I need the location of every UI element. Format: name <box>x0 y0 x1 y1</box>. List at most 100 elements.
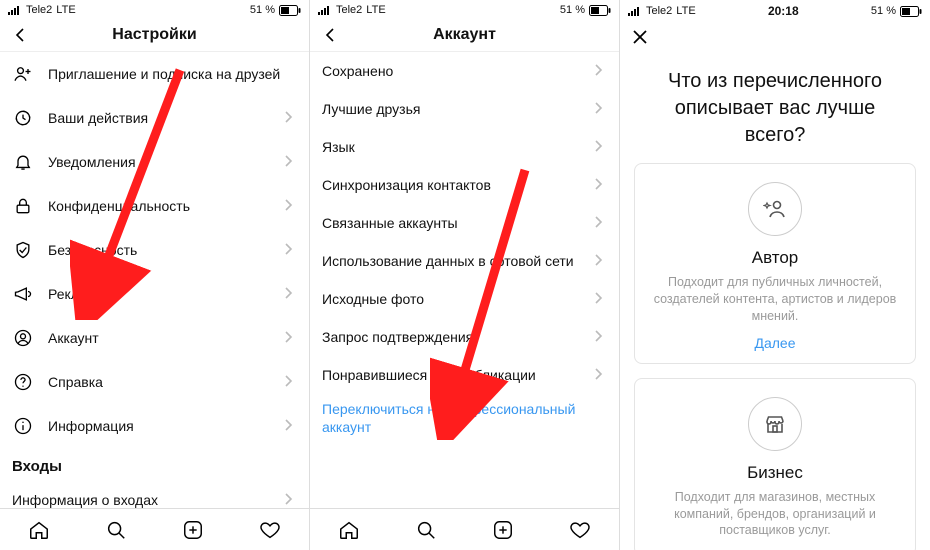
tab-add[interactable] <box>180 517 206 543</box>
row-label: Аккаунт <box>48 330 283 346</box>
chevron-right-icon <box>283 198 297 214</box>
card-description: Подходит для публичных личностей, создат… <box>649 274 901 325</box>
carrier-label: Tele2 <box>26 4 52 16</box>
heart-icon <box>569 519 591 541</box>
row-label: Понравившиеся вам публикации <box>322 367 593 383</box>
question-icon <box>12 371 34 393</box>
row-label: Реклама <box>48 286 283 302</box>
tab-bar <box>0 508 309 550</box>
battery-percent: 51 % <box>250 4 275 16</box>
row-label: Запрос подтверждения <box>322 329 593 345</box>
account-item-contacts-sync[interactable]: Синхронизация контактов <box>310 166 619 204</box>
row-label: Приглашение и подписка на друзей <box>48 66 297 82</box>
navbar: Настройки <box>0 18 309 52</box>
page-title: Настройки <box>112 26 196 44</box>
settings-item-notifications[interactable]: Уведомления <box>0 140 309 184</box>
chevron-right-icon <box>593 139 607 155</box>
search-icon <box>415 519 437 541</box>
network-label: LTE <box>676 5 695 17</box>
tab-bar <box>310 508 619 550</box>
account-item-saved[interactable]: Сохранено <box>310 52 619 90</box>
row-label: Синхронизация контактов <box>322 177 593 193</box>
chevron-right-icon <box>593 291 607 307</box>
tab-home[interactable] <box>26 517 52 543</box>
megaphone-icon <box>12 283 34 305</box>
card-description: Подходит для магазинов, местных компаний… <box>649 489 901 540</box>
settings-item-help[interactable]: Справка <box>0 360 309 404</box>
settings-screen: Tele2 LTE 51 % Настройки Приглашение и п… <box>0 0 310 550</box>
shield-icon <box>12 239 34 261</box>
card-creator[interactable]: Автор Подходит для публичных личностей, … <box>634 163 916 364</box>
settings-item-ads[interactable]: Реклама <box>0 272 309 316</box>
chevron-right-icon <box>593 63 607 79</box>
signal-icon <box>628 6 642 16</box>
chevron-right-icon <box>593 177 607 193</box>
tab-activity[interactable] <box>567 517 593 543</box>
row-label: Связанные аккаунты <box>322 215 593 231</box>
account-list: Сохранено Лучшие друзья Язык Синхронизац… <box>310 52 619 442</box>
back-button[interactable] <box>8 23 32 47</box>
card-next-button[interactable]: Далее <box>649 335 901 351</box>
settings-item-security[interactable]: Безопасность <box>0 228 309 272</box>
info-icon <box>12 415 34 437</box>
settings-list: Приглашение и подписка на друзей Ваши де… <box>0 52 309 550</box>
account-item-liked-posts[interactable]: Понравившиеся вам публикации <box>310 356 619 394</box>
chevron-right-icon <box>593 367 607 383</box>
settings-item-account[interactable]: Аккаунт <box>0 316 309 360</box>
row-label: Ваши действия <box>48 110 283 126</box>
tab-search[interactable] <box>103 517 129 543</box>
card-business[interactable]: Бизнес Подходит для магазинов, местных к… <box>634 378 916 550</box>
tab-add[interactable] <box>490 517 516 543</box>
row-label: Язык <box>322 139 593 155</box>
logins-header: Входы <box>0 448 309 481</box>
settings-item-privacy[interactable]: Конфиденциальность <box>0 184 309 228</box>
row-label: Переключиться на профессиональный аккаун… <box>322 400 607 436</box>
card-title: Автор <box>649 248 901 268</box>
chevron-left-icon <box>322 27 338 43</box>
search-icon <box>105 519 127 541</box>
chevron-right-icon <box>593 253 607 269</box>
chevron-right-icon <box>593 329 607 345</box>
network-label: LTE <box>366 4 385 16</box>
account-item-original-photos[interactable]: Исходные фото <box>310 280 619 318</box>
switch-to-professional-link[interactable]: Переключиться на профессиональный аккаун… <box>310 394 619 442</box>
home-icon <box>28 519 50 541</box>
settings-item-invite[interactable]: Приглашение и подписка на друзей <box>0 52 309 96</box>
status-bar: Tele2 LTE 51 % <box>310 0 619 18</box>
row-label: Справка <box>48 374 283 390</box>
signal-icon <box>8 5 22 15</box>
tab-search[interactable] <box>413 517 439 543</box>
lock-icon <box>12 195 34 217</box>
carrier-label: Tele2 <box>336 4 362 16</box>
tab-activity[interactable] <box>257 517 283 543</box>
status-bar: Tele2 LTE 51 % <box>0 0 309 18</box>
back-button[interactable] <box>318 23 342 47</box>
account-item-linked-accounts[interactable]: Связанные аккаунты <box>310 204 619 242</box>
row-label: Сохранено <box>322 63 593 79</box>
chevron-right-icon <box>283 492 297 508</box>
chevron-right-icon <box>593 215 607 231</box>
choose-question: Что из перечисленного описывает вас лучш… <box>634 62 916 163</box>
row-label: Конфиденциальность <box>48 198 283 214</box>
close-button[interactable] <box>628 25 652 49</box>
battery-icon <box>279 5 301 16</box>
account-item-close-friends[interactable]: Лучшие друзья <box>310 90 619 128</box>
chevron-left-icon <box>12 27 28 43</box>
chevron-right-icon <box>283 242 297 258</box>
user-plus-icon <box>12 63 34 85</box>
settings-item-activity[interactable]: Ваши действия <box>0 96 309 140</box>
navbar <box>620 20 930 54</box>
row-label: Исходные фото <box>322 291 593 307</box>
card-title: Бизнес <box>649 463 901 483</box>
account-item-language[interactable]: Язык <box>310 128 619 166</box>
tab-home[interactable] <box>336 517 362 543</box>
network-label: LTE <box>56 4 75 16</box>
account-item-cellular-data[interactable]: Использование данных в сотовой сети <box>310 242 619 280</box>
row-label: Безопасность <box>48 242 283 258</box>
account-item-request-verification[interactable]: Запрос подтверждения <box>310 318 619 356</box>
settings-item-info[interactable]: Информация <box>0 404 309 448</box>
plus-square-icon <box>182 519 204 541</box>
battery-percent: 51 % <box>560 4 585 16</box>
chevron-right-icon <box>283 286 297 302</box>
clock-label: 20:18 <box>768 4 799 18</box>
